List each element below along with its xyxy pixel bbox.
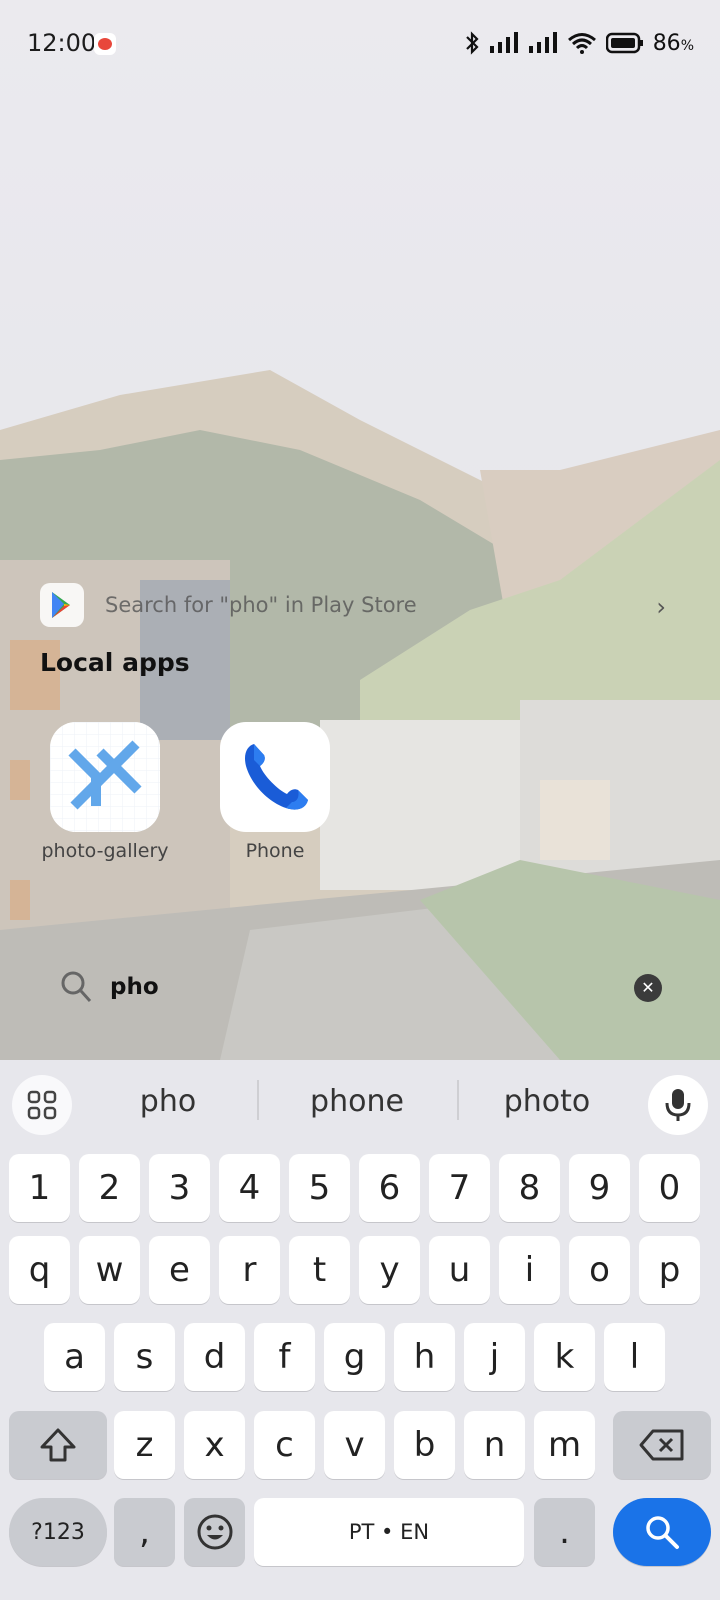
key[interactable]: 7 bbox=[429, 1154, 490, 1222]
key[interactable]: k bbox=[534, 1323, 595, 1391]
signal-icon bbox=[489, 32, 518, 53]
status-icons: 86% bbox=[464, 29, 694, 57]
key[interactable]: j bbox=[464, 1323, 525, 1391]
signal-icon bbox=[528, 32, 557, 53]
suggestion-divider bbox=[257, 1080, 259, 1120]
key[interactable]: g bbox=[324, 1323, 385, 1391]
key[interactable]: e bbox=[149, 1236, 210, 1304]
play-store-search-text: Search for "pho" in Play Store bbox=[105, 593, 417, 617]
key[interactable]: i bbox=[499, 1236, 560, 1304]
shift-key[interactable] bbox=[9, 1411, 107, 1479]
suggestion-bar: pho phone photo bbox=[0, 1060, 720, 1136]
emoji-icon bbox=[197, 1514, 232, 1550]
key[interactable]: d bbox=[184, 1323, 245, 1391]
key[interactable]: x bbox=[184, 1411, 245, 1479]
search-input[interactable]: pho bbox=[110, 974, 159, 1000]
key[interactable]: s bbox=[114, 1323, 175, 1391]
key[interactable]: 3 bbox=[149, 1154, 210, 1222]
clear-search-button[interactable]: ✕ bbox=[634, 974, 662, 1002]
key[interactable]: q bbox=[9, 1236, 70, 1304]
chevron-right-icon: › bbox=[656, 593, 666, 621]
key[interactable]: m bbox=[534, 1411, 595, 1479]
search-field[interactable]: pho ✕ bbox=[40, 960, 680, 1020]
wallpaper bbox=[0, 0, 720, 1060]
key[interactable]: 8 bbox=[499, 1154, 560, 1222]
key[interactable]: z bbox=[114, 1411, 175, 1479]
bluetooth-icon bbox=[465, 31, 479, 55]
key[interactable]: w bbox=[79, 1236, 140, 1304]
symbols-key[interactable]: ?123 bbox=[9, 1498, 107, 1566]
key[interactable]: b bbox=[394, 1411, 455, 1479]
photo-gallery-icon bbox=[50, 722, 160, 832]
phone-icon bbox=[220, 722, 330, 832]
key[interactable]: h bbox=[394, 1323, 455, 1391]
key[interactable]: 1 bbox=[9, 1154, 70, 1222]
key[interactable]: t bbox=[289, 1236, 350, 1304]
space-key[interactable]: PT • EN bbox=[254, 1498, 524, 1566]
key[interactable]: p bbox=[639, 1236, 700, 1304]
key[interactable]: y bbox=[359, 1236, 420, 1304]
key[interactable]: 5 bbox=[289, 1154, 350, 1222]
wifi-icon bbox=[567, 33, 596, 54]
keyboard: pho phone photo 1 2 3 4 5 6 7 8 9 0 q w … bbox=[0, 1060, 720, 1600]
key[interactable]: n bbox=[464, 1411, 525, 1479]
key[interactable]: c bbox=[254, 1411, 315, 1479]
search-enter-key[interactable] bbox=[613, 1498, 711, 1566]
app-label: photo-gallery bbox=[41, 840, 169, 862]
suggestion[interactable]: pho bbox=[73, 1084, 263, 1119]
suggestion[interactable]: phone bbox=[262, 1084, 452, 1119]
key[interactable]: 4 bbox=[219, 1154, 280, 1222]
battery-icon bbox=[605, 32, 643, 54]
period-key[interactable]: . bbox=[534, 1498, 595, 1566]
key[interactable]: a bbox=[44, 1323, 105, 1391]
suggestion[interactable]: photo bbox=[452, 1084, 642, 1119]
key[interactable]: 2 bbox=[79, 1154, 140, 1222]
backspace-icon bbox=[639, 1429, 684, 1461]
play-store-icon bbox=[40, 583, 84, 627]
key[interactable]: 0 bbox=[639, 1154, 700, 1222]
backspace-key[interactable] bbox=[613, 1411, 711, 1479]
app-label: Phone bbox=[245, 840, 305, 862]
app-phone[interactable]: Phone bbox=[210, 722, 340, 862]
key[interactable]: 6 bbox=[359, 1154, 420, 1222]
key[interactable]: u bbox=[429, 1236, 490, 1304]
key[interactable]: 9 bbox=[569, 1154, 630, 1222]
microphone-icon[interactable] bbox=[648, 1075, 708, 1135]
key[interactable]: v bbox=[324, 1411, 385, 1479]
key[interactable]: o bbox=[569, 1236, 630, 1304]
key[interactable]: f bbox=[254, 1323, 315, 1391]
keyboard-apps-icon[interactable] bbox=[12, 1075, 72, 1135]
local-apps-title: Local apps bbox=[40, 648, 190, 677]
emoji-key[interactable] bbox=[184, 1498, 245, 1566]
key[interactable]: r bbox=[219, 1236, 280, 1304]
comma-key[interactable]: , bbox=[114, 1498, 175, 1566]
status-bar: 12:00 86% bbox=[0, 0, 720, 90]
battery-percentage: 86% bbox=[652, 30, 694, 56]
play-store-search-row[interactable]: Search for "pho" in Play Store › bbox=[40, 583, 680, 629]
shift-icon bbox=[40, 1428, 76, 1462]
search-icon bbox=[646, 1516, 679, 1549]
tomato-app-notification-icon bbox=[94, 33, 116, 55]
key[interactable]: l bbox=[604, 1323, 665, 1391]
app-photo-gallery[interactable]: photo-gallery bbox=[40, 722, 170, 862]
search-icon bbox=[61, 971, 92, 1003]
status-time: 12:00 bbox=[27, 29, 97, 57]
